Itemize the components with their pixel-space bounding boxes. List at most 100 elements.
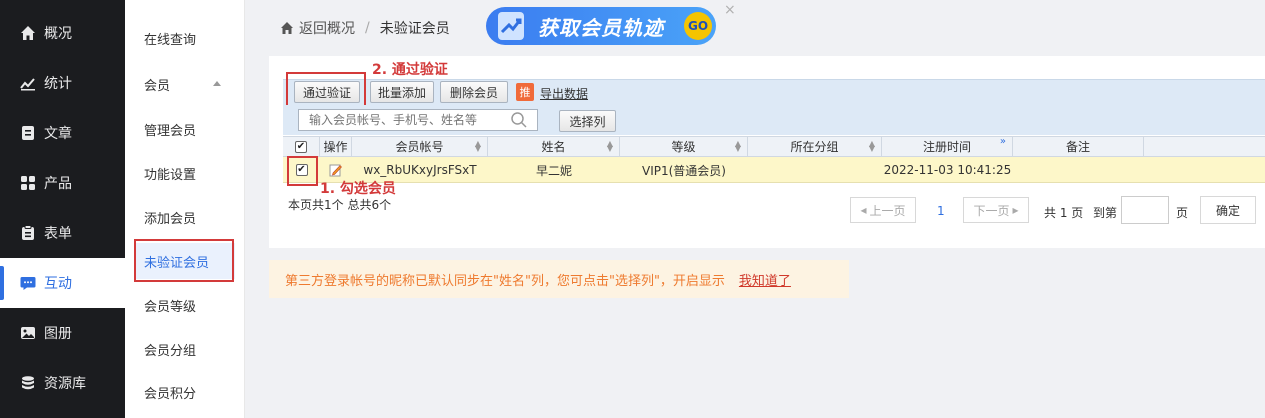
subnav-label: 在线查询	[144, 32, 197, 48]
subnav-label: 会员积分	[144, 386, 197, 402]
subnav-item-manage-members[interactable]: 管理会员	[135, 111, 235, 147]
banner-close-icon[interactable]: ×	[724, 2, 736, 18]
search-input[interactable]	[298, 109, 538, 131]
sort-icon: ▲ ▼	[474, 139, 481, 153]
subnav-label: 添加会员	[144, 211, 197, 227]
next-label: 下一页	[973, 203, 1010, 218]
annotation-step1: 1. 勾选会员	[320, 181, 396, 197]
header-label: 注册时间	[922, 140, 971, 154]
trend-icon	[498, 12, 524, 40]
chart-icon	[20, 75, 36, 91]
notice-text: 第三方登录帐号的昵称已默认同步在"姓名"列，您可点击"选择列"，开启显示	[285, 273, 725, 289]
product-icon	[20, 175, 36, 191]
nav-item-interaction[interactable]: 互动	[0, 258, 125, 308]
highlight-box-checkbox	[287, 156, 318, 186]
nav-item-products[interactable]: 产品	[0, 158, 125, 208]
goto-label: 到第	[1093, 206, 1118, 220]
header-label: 会员帐号	[395, 140, 444, 154]
header-group[interactable]: 所在分组 ▲ ▼	[748, 137, 882, 156]
sort-icon: ▲ ▼	[606, 139, 613, 153]
select-columns-button[interactable]: 选择列	[559, 110, 616, 132]
header-name[interactable]: 姓名 ▲ ▼	[488, 137, 620, 156]
breadcrumb: 返回概况 / 未验证会员	[280, 18, 450, 38]
nav-label: 图册	[44, 326, 72, 342]
nav-item-overview[interactable]: 概况	[0, 8, 125, 58]
nav-item-resources[interactable]: 资源库	[0, 358, 125, 408]
subnav-item-member-levels[interactable]: 会员等级	[135, 287, 235, 323]
select-all-cell[interactable]: ✔	[283, 137, 320, 156]
chat-icon	[20, 275, 36, 291]
subnav-label: 功能设置	[144, 167, 197, 183]
cell-group	[748, 157, 882, 183]
table-header: ✔ 操作 会员帐号 ▲ ▼ 姓名 ▲ ▼ 等级 ▲ ▼ 所在分组 ▲ ▼ 注册时间 » 备注	[283, 136, 1265, 157]
page-summary: 本页共1个 总共6个	[288, 198, 392, 212]
main-nav: 概况 统计 文章 产品 表单 互动 图册 资源库	[0, 0, 125, 418]
nav-label: 资源库	[44, 376, 86, 392]
chevron-left-icon: ◂	[860, 203, 867, 217]
confirm-page-button[interactable]: 确定	[1200, 196, 1256, 224]
subnav-item-settings[interactable]: 功能设置	[135, 155, 235, 191]
cell-note	[1013, 157, 1144, 183]
sub-nav: 在线查询 会员 管理会员 功能设置 添加会员 未验证会员 会员等级 会员分组 会…	[125, 0, 245, 418]
page-unit-label: 页	[1176, 206, 1189, 220]
breadcrumb-current: 未验证会员	[379, 21, 450, 37]
banner-text: 获取会员轨迹	[538, 15, 664, 40]
annotation-step2: 2. 通过验证	[372, 62, 448, 78]
nav-item-stats[interactable]: 统计	[0, 58, 125, 108]
highlight-box-subnav	[134, 239, 234, 282]
nav-item-album[interactable]: 图册	[0, 308, 125, 358]
nav-label: 概况	[44, 26, 72, 42]
header-note: 备注	[1013, 137, 1144, 156]
home-icon	[281, 22, 293, 34]
subnav-item-add-member[interactable]: 添加会员	[135, 199, 235, 235]
subnav-label: 会员	[144, 78, 171, 94]
prev-label: 上一页	[869, 203, 906, 218]
nav-item-forms[interactable]: 表单	[0, 208, 125, 258]
recommend-badge-icon: 推	[516, 83, 534, 101]
subnav-item-member-groups[interactable]: 会员分组	[135, 331, 235, 367]
header-label: 等级	[671, 140, 696, 154]
breadcrumb-back-link[interactable]: 返回概况	[299, 18, 355, 38]
edit-icon[interactable]	[329, 163, 343, 177]
page-number-input[interactable]	[1121, 196, 1169, 224]
header-label: 姓名	[541, 140, 566, 154]
subnav-item-online-query[interactable]: 在线查询	[135, 20, 235, 56]
nav-label: 文章	[44, 126, 72, 142]
home-icon	[20, 25, 36, 41]
subnav-label: 管理会员	[144, 123, 197, 139]
banner-go-button[interactable]: GO	[684, 12, 712, 40]
sort-icon: ▲ ▼	[868, 139, 875, 153]
select-all-checkbox[interactable]: ✔	[295, 140, 307, 153]
header-registered[interactable]: 注册时间 »	[882, 137, 1013, 156]
delete-member-button[interactable]: 删除会员	[440, 81, 508, 103]
header-level[interactable]: 等级 ▲ ▼	[620, 137, 748, 156]
album-icon	[20, 325, 36, 341]
nav-item-articles[interactable]: 文章	[0, 108, 125, 158]
promo-banner[interactable]: 获取会员轨迹 GO	[486, 7, 716, 45]
nav-label: 产品	[44, 176, 72, 192]
sort-icon: ▲ ▼	[734, 139, 741, 153]
current-page[interactable]: 1	[937, 204, 945, 218]
export-data-link[interactable]: 导出数据	[540, 85, 588, 102]
sort-desc-icon: »	[999, 136, 1006, 147]
chevron-right-icon: ▸	[1012, 203, 1019, 217]
chevron-up-icon	[213, 81, 221, 86]
table-row[interactable]: ✔ wx_RbUKxyJrsFSxT 早二妮 VIP1(普通会员) 2022-1…	[283, 157, 1265, 183]
header-actions: 操作	[320, 137, 352, 156]
article-icon	[20, 125, 36, 141]
header-label: 所在分组	[790, 140, 839, 154]
highlight-box-verify	[286, 72, 366, 108]
subnav-group-members[interactable]: 会员	[135, 66, 235, 102]
subnav-item-member-points[interactable]: 会员积分	[135, 374, 235, 410]
header-account[interactable]: 会员帐号 ▲ ▼	[352, 137, 488, 156]
batch-add-button[interactable]: 批量添加	[370, 81, 434, 103]
next-page-button[interactable]: 下一页 ▸	[963, 197, 1029, 223]
total-pages: 共 1 页	[1044, 206, 1084, 220]
notice-dismiss-link[interactable]: 我知道了	[739, 270, 791, 289]
subnav-label: 会员等级	[144, 299, 197, 315]
prev-page-button[interactable]: ◂ 上一页	[850, 197, 916, 223]
search-icon[interactable]	[510, 111, 528, 129]
database-icon	[20, 375, 36, 391]
form-icon	[20, 225, 36, 241]
cell-level: VIP1(普通会员)	[642, 163, 726, 178]
